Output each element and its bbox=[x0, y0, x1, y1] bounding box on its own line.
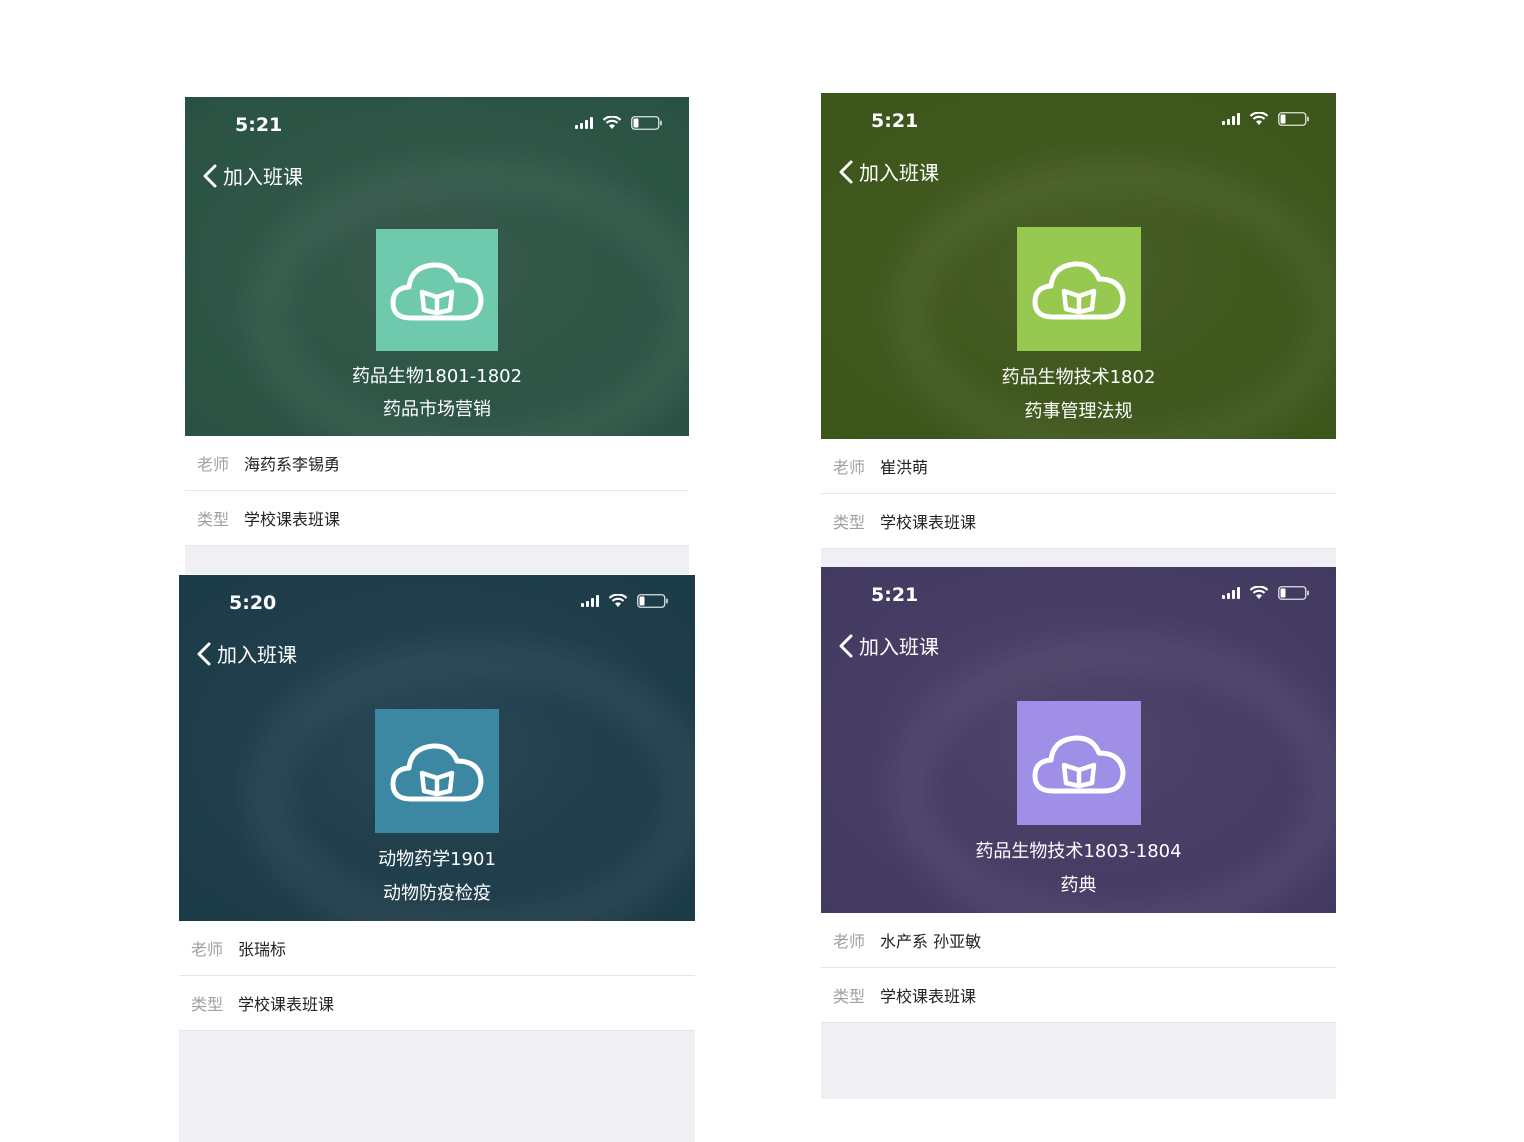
type-row: 类型 学校课表班课 bbox=[179, 976, 695, 1031]
type-label: 类型 bbox=[833, 513, 866, 532]
class-card-c: 5:20 加入班课 动物药学1901 动物防疫检疫 老师 张瑞标 类型 学校课表… bbox=[179, 575, 695, 1142]
status-time: 5:21 bbox=[871, 110, 919, 132]
battery-icon bbox=[1278, 586, 1310, 600]
teacher-row: 老师 海药系李锡勇 bbox=[185, 436, 689, 491]
course-name: 药事管理法规 bbox=[1024, 401, 1133, 422]
teacher-label: 老师 bbox=[191, 940, 224, 959]
class-card-d: 5:21 加入班课 药品生物技术1803-1804 药典 老师 水产系 孙亚敏 … bbox=[821, 567, 1336, 1099]
nav-back[interactable]: 加入班课 bbox=[201, 161, 303, 190]
cloud-book-icon bbox=[390, 743, 484, 802]
type-row: 类型 学校课表班课 bbox=[185, 491, 689, 546]
chevron-left-icon bbox=[203, 164, 217, 187]
type-value: 学校课表班课 bbox=[880, 513, 977, 532]
teacher-label: 老师 bbox=[833, 458, 866, 477]
class-info: 老师 张瑞标 类型 学校课表班课 bbox=[179, 921, 695, 1031]
wifi-icon bbox=[608, 594, 628, 608]
teacher-label: 老师 bbox=[197, 455, 230, 474]
status-icons bbox=[575, 116, 663, 130]
type-label: 类型 bbox=[191, 995, 224, 1014]
wifi-icon bbox=[1249, 112, 1269, 126]
nav-title: 加入班课 bbox=[223, 165, 303, 189]
wifi-icon bbox=[602, 116, 622, 130]
course-logo bbox=[1016, 227, 1141, 351]
signal-icon bbox=[1222, 587, 1240, 599]
class-card-b: 5:21 加入班课 药品生物技术1802 药事管理法规 老师 崔洪萌 类型 学校… bbox=[821, 93, 1336, 567]
status-icons bbox=[581, 594, 669, 608]
class-info: 老师 崔洪萌 类型 学校课表班课 bbox=[821, 439, 1336, 549]
teacher-label: 老师 bbox=[833, 932, 866, 951]
type-label: 类型 bbox=[197, 510, 230, 529]
type-value: 学校课表班课 bbox=[880, 987, 977, 1006]
cloud-book-icon bbox=[1032, 261, 1125, 320]
battery-icon bbox=[637, 594, 669, 608]
battery-icon bbox=[1278, 112, 1310, 126]
status-time: 5:21 bbox=[871, 584, 919, 606]
signal-icon bbox=[575, 117, 593, 129]
class-name: 药品生物1801-1802 bbox=[351, 366, 523, 387]
signal-icon bbox=[581, 595, 599, 607]
chevron-left-icon bbox=[197, 642, 211, 665]
class-card-a: 5:21 加入班课 药品生物1801-1802 药品市场营销 老师 海药系李锡勇… bbox=[185, 97, 689, 574]
cloud-book-icon bbox=[390, 262, 484, 321]
course-name: 动物防疫检疫 bbox=[383, 883, 491, 904]
course-name: 药典 bbox=[1060, 875, 1097, 896]
class-name: 药品生物技术1802 bbox=[1001, 367, 1156, 388]
class-name: 药品生物技术1803-1804 bbox=[975, 841, 1182, 862]
chevron-left-icon bbox=[839, 634, 853, 657]
nav-title: 加入班课 bbox=[859, 161, 939, 185]
wifi-icon bbox=[1249, 586, 1269, 600]
nav-back[interactable]: 加入班课 bbox=[195, 639, 297, 668]
teacher-value: 海药系李锡勇 bbox=[244, 455, 341, 474]
nav-back[interactable]: 加入班课 bbox=[837, 631, 939, 660]
teacher-value: 张瑞标 bbox=[238, 940, 287, 959]
type-row: 类型 学校课表班课 bbox=[821, 968, 1336, 1023]
course-logo bbox=[375, 709, 499, 833]
class-header: 5:21 加入班课 药品生物1801-1802 药品市场营销 bbox=[185, 97, 689, 436]
course-name: 药品市场营销 bbox=[383, 399, 491, 420]
nav-back[interactable]: 加入班课 bbox=[837, 157, 939, 186]
status-icons bbox=[1222, 112, 1310, 126]
status-icons bbox=[1222, 586, 1310, 600]
chevron-left-icon bbox=[839, 160, 853, 183]
nav-title: 加入班课 bbox=[859, 635, 939, 659]
class-info: 老师 水产系 孙亚敏 类型 学校课表班课 bbox=[821, 913, 1336, 1023]
class-header: 5:21 加入班课 药品生物技术1803-1804 药典 bbox=[821, 567, 1336, 913]
teacher-row: 老师 水产系 孙亚敏 bbox=[821, 913, 1336, 968]
class-name: 动物药学1901 bbox=[378, 849, 496, 870]
teacher-row: 老师 崔洪萌 bbox=[821, 439, 1336, 494]
battery-icon bbox=[631, 116, 663, 130]
signal-icon bbox=[1222, 113, 1240, 125]
type-value: 学校课表班课 bbox=[244, 510, 341, 529]
type-row: 类型 学校课表班课 bbox=[821, 494, 1336, 549]
type-value: 学校课表班课 bbox=[238, 995, 335, 1014]
teacher-row: 老师 张瑞标 bbox=[179, 921, 695, 976]
status-time: 5:21 bbox=[235, 114, 283, 136]
class-header: 5:20 加入班课 动物药学1901 动物防疫检疫 bbox=[179, 575, 695, 921]
status-time: 5:20 bbox=[229, 592, 277, 614]
class-info: 老师 海药系李锡勇 类型 学校课表班课 bbox=[185, 436, 689, 546]
course-logo bbox=[1016, 701, 1141, 825]
teacher-value: 水产系 孙亚敏 bbox=[880, 932, 982, 951]
type-label: 类型 bbox=[833, 987, 866, 1006]
cloud-book-icon bbox=[1032, 735, 1125, 794]
course-logo bbox=[376, 229, 498, 351]
teacher-value: 崔洪萌 bbox=[880, 458, 929, 477]
nav-title: 加入班课 bbox=[217, 643, 297, 667]
class-header: 5:21 加入班课 药品生物技术1802 药事管理法规 bbox=[821, 93, 1336, 439]
